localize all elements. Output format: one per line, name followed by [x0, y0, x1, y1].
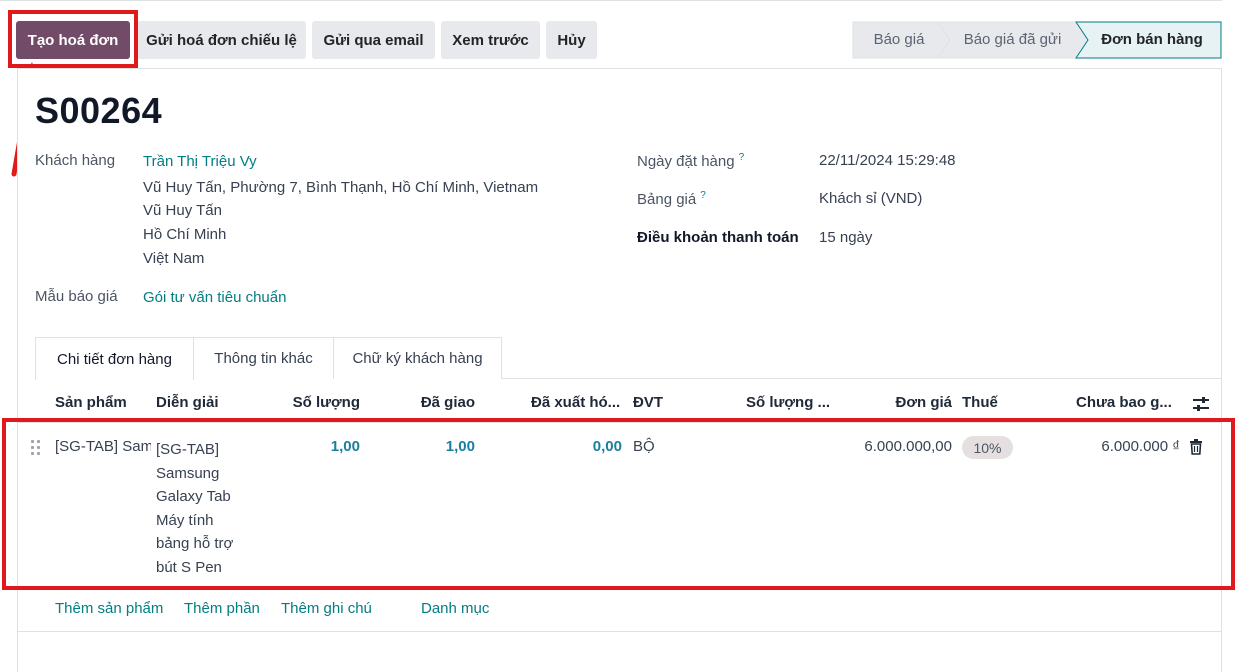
col-product[interactable]: Sản phẩm	[55, 394, 127, 411]
col-quantity[interactable]: Số lượng	[270, 394, 360, 411]
add-product-link[interactable]: Thêm sản phẩm	[55, 600, 163, 617]
col-invoiced[interactable]: Đã xuất hó...	[531, 394, 620, 411]
address-line-1: Vũ Huy Tấn, Phường 7, Bình Thạnh, Hồ Chí…	[143, 179, 539, 196]
add-section-link[interactable]: Thêm phần	[184, 600, 260, 617]
col-taxes[interactable]: Thuế	[962, 394, 998, 411]
template-link[interactable]: Gói tư vấn tiêu chuẩn	[143, 289, 286, 306]
payment-terms-label: Điều khoản thanh toán	[637, 229, 799, 246]
col-uom[interactable]: ĐVT	[633, 394, 663, 411]
address-line-4: Việt Nam	[143, 250, 205, 267]
tab-other-info[interactable]: Thông tin khác	[193, 337, 334, 379]
catalog-link[interactable]: Danh mục	[421, 600, 489, 617]
col-description[interactable]: Diễn giải	[156, 394, 219, 411]
col-unit-price[interactable]: Đơn giá	[860, 394, 953, 411]
template-label: Mẫu báo giá	[35, 288, 118, 305]
preview-button[interactable]: Xem trước	[441, 21, 540, 59]
col-packaging-qty[interactable]: Số lượng ...	[746, 394, 830, 411]
add-note-link[interactable]: Thêm ghi chú	[281, 600, 372, 617]
help-icon[interactable]: ?	[700, 190, 706, 201]
pricelist-label: Bảng giá?	[637, 190, 706, 208]
status-quotation-sent[interactable]: Báo giá đã gửi	[950, 21, 1075, 58]
order-date-label: Ngày đặt hàng?	[637, 152, 744, 170]
pricelist-value[interactable]: Khách sỉ (VND)	[819, 190, 922, 207]
help-icon[interactable]: ?	[739, 152, 745, 163]
annotation-highlight-row	[2, 418, 1235, 590]
tab-customer-signature[interactable]: Chữ ký khách hàng	[333, 337, 502, 379]
status-quotation[interactable]: Báo giá	[853, 21, 945, 58]
customer-label: Khách hàng	[35, 152, 116, 169]
pricelist-label-text: Bảng giá	[637, 191, 697, 208]
order-date-label-text: Ngày đặt hàng	[637, 153, 735, 170]
tab-order-lines[interactable]: Chi tiết đơn hàng	[35, 337, 194, 380]
order-date-value[interactable]: 22/11/2024 15:29:48	[819, 152, 956, 169]
address-line-2: Vũ Huy Tấn	[143, 202, 222, 219]
payment-terms-value[interactable]: 15 ngày	[819, 229, 872, 246]
status-sales-order[interactable]: Đơn bán hàng	[1088, 21, 1216, 58]
col-delivered[interactable]: Đã giao	[390, 394, 475, 411]
optional-columns-icon[interactable]	[1192, 395, 1210, 413]
record-title: S00264	[35, 90, 163, 131]
send-proforma-button[interactable]: Gửi hoá đơn chiếu lệ	[137, 21, 306, 59]
customer-name-link[interactable]: Trần Thị Triệu Vy	[143, 153, 257, 170]
address-line-3: Hồ Chí Minh	[143, 226, 227, 243]
table-bottom-divider	[17, 631, 1222, 632]
send-email-button[interactable]: Gửi qua email	[312, 21, 435, 59]
cancel-button[interactable]: Hủy	[546, 21, 597, 59]
col-subtotal[interactable]: Chưa bao g...	[1076, 394, 1172, 411]
top-border	[0, 0, 1222, 1]
